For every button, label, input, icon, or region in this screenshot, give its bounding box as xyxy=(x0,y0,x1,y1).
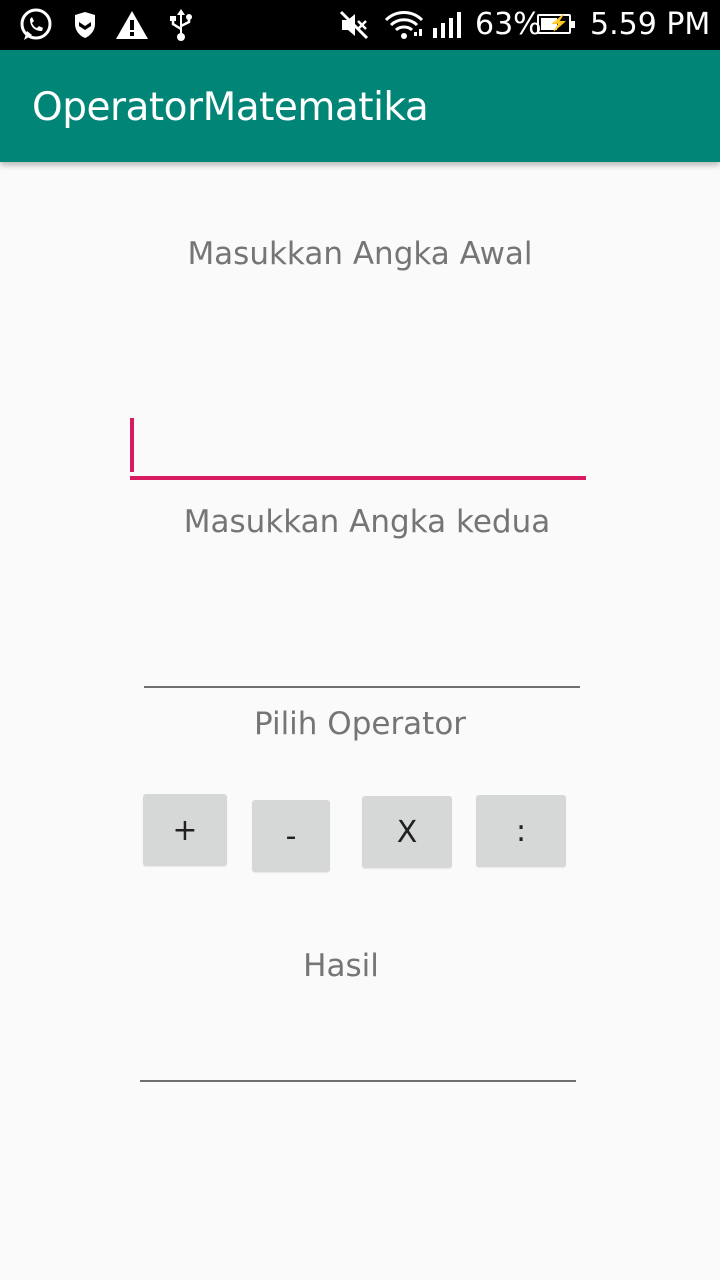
wifi-icon xyxy=(383,0,425,50)
operator-label: Pilih Operator xyxy=(253,706,467,742)
second-number-label: Masukkan Angka kedua xyxy=(183,504,551,540)
charging-bolt-icon: ⚡ xyxy=(549,15,569,32)
text-cursor xyxy=(130,418,134,472)
divide-button[interactable]: : xyxy=(476,795,566,867)
result-label: Hasil xyxy=(303,948,379,984)
first-number-input[interactable] xyxy=(130,418,586,480)
shield-icon xyxy=(70,0,100,50)
add-button[interactable]: + xyxy=(143,794,227,866)
clock: 5.59 PM xyxy=(590,7,711,42)
mute-icon xyxy=(336,0,372,50)
status-bar: 63% ⚡ 5.59 PM xyxy=(0,0,720,50)
battery-nub xyxy=(571,21,575,28)
result-field[interactable] xyxy=(140,1022,576,1082)
battery-charging-icon: ⚡ xyxy=(537,14,575,34)
first-number-label: Masukkan Angka Awal xyxy=(187,236,533,272)
warning-icon xyxy=(113,0,151,50)
battery-percent: 63% xyxy=(475,7,542,42)
subtract-button[interactable]: - xyxy=(252,800,330,872)
app-title: OperatorMatematika xyxy=(32,85,429,130)
result-underline xyxy=(140,1080,576,1082)
multiply-button[interactable]: X xyxy=(362,796,452,868)
whatsapp-icon xyxy=(16,0,56,50)
app-bar: OperatorMatematika xyxy=(0,50,720,162)
second-number-input[interactable] xyxy=(144,628,580,688)
usb-icon xyxy=(166,0,196,50)
signal-icon xyxy=(431,0,467,50)
first-number-underline xyxy=(130,476,586,480)
second-number-underline xyxy=(144,686,580,688)
